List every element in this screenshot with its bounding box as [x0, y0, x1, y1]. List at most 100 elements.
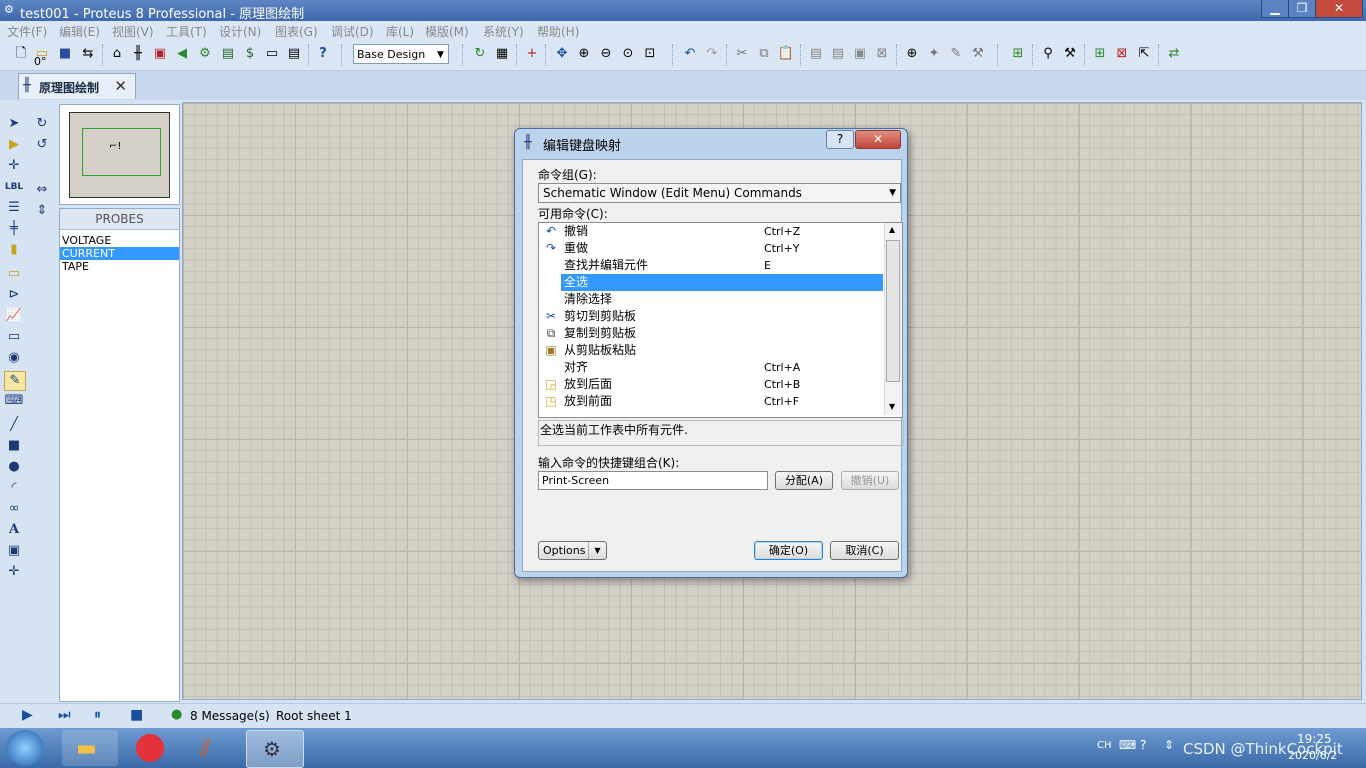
circle-icon[interactable]: ●: [4, 458, 24, 476]
list-item[interactable]: ⧉ 复制到剪贴板: [539, 325, 884, 342]
buses-icon[interactable]: ╪: [4, 220, 24, 238]
help-icon[interactable]: ?: [314, 45, 332, 63]
wire-label-icon[interactable]: LBL: [4, 178, 24, 196]
paste-icon[interactable]: 📋: [777, 45, 795, 63]
decompose-icon[interactable]: ⚒: [969, 45, 987, 63]
import-icon[interactable]: ⇆: [79, 45, 97, 63]
command-list[interactable]: ↶ 撤销 Ctrl+Z ↷ 重做 Ctrl+Y 查找并编辑元件 E 全选 清除选择 ✂…: [538, 222, 903, 418]
schematic-icon[interactable]: ╫: [129, 45, 147, 63]
clock-time[interactable]: 19:25: [1297, 732, 1332, 746]
menu-help[interactable]: 帮助(H): [537, 23, 579, 40]
3d-icon[interactable]: ⚙: [196, 45, 214, 63]
zoom-area-icon[interactable]: ⊡: [641, 45, 659, 63]
export-icon[interactable]: ⇄: [1165, 45, 1183, 63]
voltage-probe-icon[interactable]: ✎: [4, 371, 26, 391]
selection-mode-icon[interactable]: ➤: [4, 115, 24, 133]
flip-horizontal-icon[interactable]: ⇔: [32, 181, 52, 199]
virtual-instruments-icon[interactable]: ⌨: [4, 392, 24, 410]
terminals-icon[interactable]: ▭: [4, 265, 24, 283]
dialog-close-button[interactable]: ✕: [855, 130, 901, 149]
box-icon[interactable]: ■: [4, 437, 24, 455]
junction-icon[interactable]: ✛: [4, 157, 24, 175]
terminal-icon[interactable]: ▭: [263, 45, 281, 63]
arc-icon[interactable]: ◜: [4, 479, 24, 497]
flip-vertical-icon[interactable]: ⇕: [32, 202, 52, 220]
zoom-all-icon[interactable]: ⊙: [619, 45, 637, 63]
tray-expand-icon[interactable]: ⇕: [1164, 738, 1174, 752]
origin-icon[interactable]: +: [523, 45, 541, 63]
tape-recorder-icon[interactable]: ▭: [4, 328, 24, 346]
path-icon[interactable]: ∞: [4, 500, 24, 518]
text-script-icon[interactable]: ☰: [4, 199, 24, 217]
list-item[interactable]: ◲ 放到后面 Ctrl+B: [539, 376, 884, 393]
menu-view[interactable]: 视图(V): [112, 23, 154, 40]
generator-icon[interactable]: ◉: [4, 349, 24, 367]
component-mode-icon[interactable]: ▶: [4, 136, 24, 154]
unassign-button[interactable]: 撤销(U): [841, 471, 899, 490]
goto-sheet-icon[interactable]: ⇱: [1135, 45, 1153, 63]
redo-icon[interactable]: ↷: [703, 45, 721, 63]
menu-debug[interactable]: 调试(D): [331, 23, 374, 40]
step-icon[interactable]: ⏭: [58, 707, 71, 723]
wire-autorouter-icon[interactable]: ⊞: [1009, 45, 1027, 63]
zoom-out-icon[interactable]: ⊖: [597, 45, 615, 63]
menu-graph[interactable]: 图表(G): [275, 23, 318, 40]
help-tray-icon[interactable]: ?: [1140, 738, 1146, 752]
command-list-scrollbar[interactable]: ▲ ▼: [884, 223, 902, 415]
pause-icon[interactable]: ⏸: [94, 707, 101, 723]
rotate-ccw-icon[interactable]: ↺: [32, 136, 52, 154]
cut-icon[interactable]: ✂: [733, 45, 751, 63]
menu-template[interactable]: 模版(M): [425, 23, 469, 40]
probe-item-current[interactable]: CURRENT: [60, 247, 179, 260]
assign-button[interactable]: 分配(A): [775, 471, 833, 490]
probe-item-tape[interactable]: TAPE: [60, 260, 179, 273]
keyboard-icon[interactable]: ⌨: [1119, 738, 1136, 752]
menu-edit[interactable]: 编辑(E): [59, 23, 100, 40]
rotation-value[interactable]: 0°: [34, 55, 47, 68]
list-item-selected[interactable]: 全选: [539, 274, 884, 291]
make-device-icon[interactable]: ✦: [925, 45, 943, 63]
shortcut-key-input[interactable]: Print-Screen: [538, 471, 768, 490]
refresh-icon[interactable]: ↻: [471, 45, 489, 63]
block-move-icon[interactable]: ▤: [829, 45, 847, 63]
undo-icon[interactable]: ↶: [681, 45, 699, 63]
list-item[interactable]: ↷ 重做 Ctrl+Y: [539, 240, 884, 257]
block-rotate-icon[interactable]: ▣: [851, 45, 869, 63]
start-button[interactable]: [6, 730, 44, 766]
bom-icon[interactable]: ▤: [219, 45, 237, 63]
app2-task[interactable]: [122, 730, 178, 766]
pan-icon[interactable]: ✥: [553, 45, 571, 63]
delete-sheet-icon[interactable]: ⊠: [1113, 45, 1131, 63]
new-sheet-icon[interactable]: ⊞: [1091, 45, 1109, 63]
symbol-icon[interactable]: ▣: [4, 542, 24, 560]
list-item[interactable]: ↶ 撤销 Ctrl+Z: [539, 223, 884, 240]
menu-tools[interactable]: 工具(T): [166, 23, 207, 40]
home-icon[interactable]: ⌂: [108, 45, 126, 63]
close-button[interactable]: ✕: [1315, 0, 1363, 18]
minimize-button[interactable]: ▁: [1261, 0, 1289, 18]
tab-schematic[interactable]: ╫ 原理图绘制 ✕: [18, 73, 136, 99]
cancel-button[interactable]: 取消(C): [830, 541, 899, 560]
pick-icon[interactable]: ⊕: [903, 45, 921, 63]
device-pins-icon[interactable]: ⊳: [4, 286, 24, 304]
scroll-thumb[interactable]: [886, 240, 900, 382]
grid-icon[interactable]: ▦: [493, 45, 511, 63]
property-tool-icon[interactable]: ⚒: [1061, 45, 1079, 63]
pcb-icon[interactable]: ▣: [151, 45, 169, 63]
clock-date[interactable]: 2020/6/2: [1288, 749, 1337, 762]
zoom-in-icon[interactable]: ⊕: [575, 45, 593, 63]
menu-library[interactable]: 库(L): [386, 23, 414, 40]
language-indicator[interactable]: CH: [1097, 740, 1112, 751]
search-icon[interactable]: ⚲: [1039, 45, 1057, 63]
scroll-down-icon[interactable]: ▼: [889, 402, 895, 411]
package-icon[interactable]: ✎: [947, 45, 965, 63]
options-button[interactable]: Options ▼: [538, 541, 607, 560]
menu-design[interactable]: 设计(N): [219, 23, 261, 40]
list-item[interactable]: 清除选择: [539, 291, 884, 308]
block-copy-icon[interactable]: ▤: [807, 45, 825, 63]
new-icon[interactable]: 🗋: [12, 45, 30, 63]
design-select[interactable]: Base Design ▼: [353, 44, 449, 64]
ok-button[interactable]: 确定(O): [754, 541, 823, 560]
list-item[interactable]: 对齐 Ctrl+A: [539, 359, 884, 376]
proteus-task[interactable]: ⚙: [246, 730, 304, 768]
